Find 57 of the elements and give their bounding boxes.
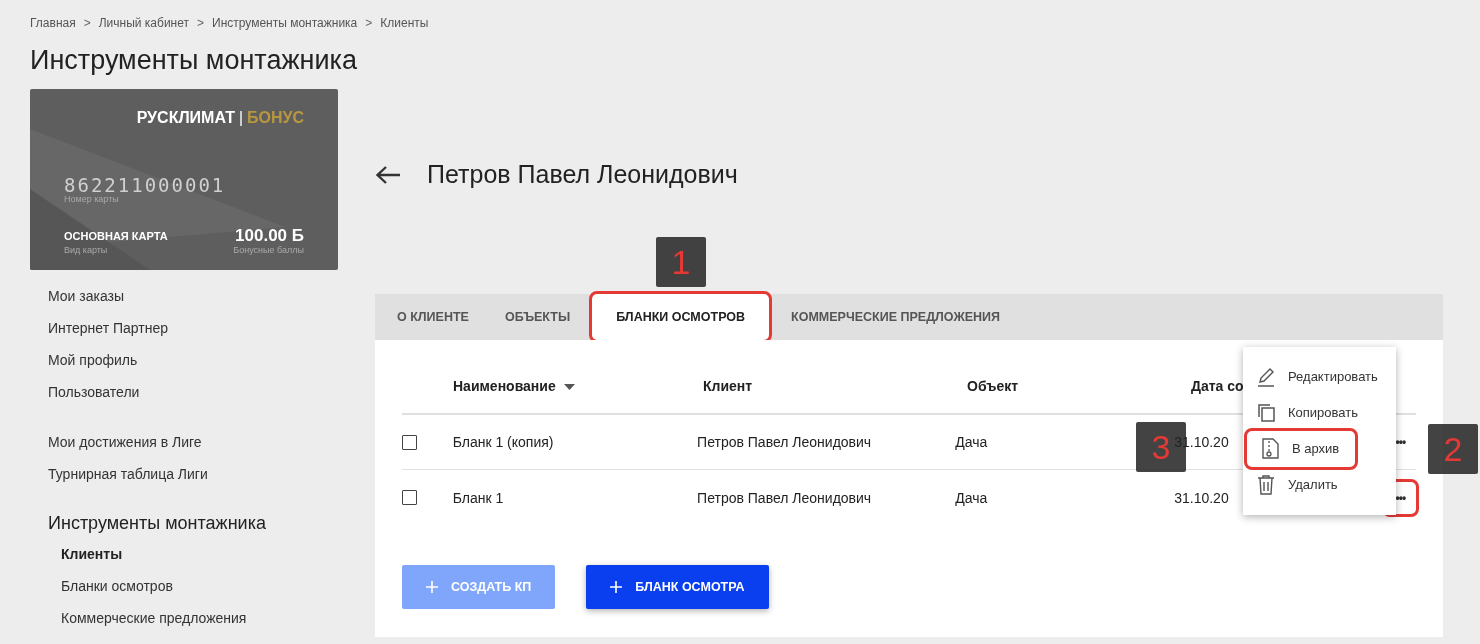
sidebar-link[interactable]: Клиенты [30,538,375,570]
row-checkbox[interactable] [402,434,417,450]
breadcrumb-link[interactable]: Личный кабинет [98,14,189,32]
column-header[interactable]: Клиент [703,376,753,397]
table-cell: Дача [955,489,988,506]
plus-icon [426,581,438,593]
card-number-label: Номер карты [64,193,119,206]
menu-item[interactable]: Редактировать [1243,359,1396,395]
client-name-heading: Петров Павел Леонидович [427,159,738,191]
breadcrumb-link[interactable]: Инструменты монтажника [212,14,358,32]
copy-icon [1256,402,1276,424]
sidebar-link[interactable]: Коммерческие предложения [30,602,375,634]
tab[interactable]: КОММЕРЧЕСКИЕ ПРЕДЛОЖЕНИЯ [773,294,1018,340]
breadcrumb-separator: > [197,15,204,32]
table-cell: 31.10.20 [1174,489,1229,506]
plus-icon [610,581,623,593]
sidebar-link[interactable]: Турнирная таблица Лиги [30,458,375,490]
brand-name: РУСКЛИМАТ [136,108,235,128]
card-type: ОСНОВНАЯ КАРТА [64,229,168,244]
pencil-icon [1256,366,1276,388]
sidebar-link[interactable]: Мои заказы [30,280,375,312]
brand-divider [240,110,242,126]
trash-icon [1256,474,1276,496]
step-number-badge: 1 [656,237,706,287]
table-cell: Петров Павел Леонидович [697,434,872,450]
brand-suffix: БОНУС [247,108,304,128]
column-header[interactable]: Объект [967,376,1019,397]
menu-item[interactable]: В архив [1247,431,1355,467]
sidebar-link[interactable]: Бланки осмотров [30,570,375,602]
back-arrow-icon[interactable] [375,165,401,185]
card-type-label: Вид карты [64,244,108,257]
column-header[interactable]: Дата со [1191,376,1244,397]
step-number-badge: 2 [1428,424,1478,474]
breadcrumb-separator: > [83,15,91,32]
table-cell: Дача [955,434,988,450]
table-cell: Петров Павел Леонидович [697,489,872,506]
sidebar-section-title: Инструменты монтажника [47,512,267,535]
sidebar-link[interactable]: Мои достижения в Лиге [30,426,375,458]
tab[interactable]: ОБЪЕКТЫ [486,294,589,340]
bonus-points: 100.00 Б [235,225,304,246]
sidebar-link[interactable]: Пользователи [30,376,375,408]
breadcrumb-link[interactable]: Клиенты [380,14,429,32]
row-checkbox[interactable] [402,490,417,505]
archive-file-icon [1260,438,1280,460]
bonus-points-label: Бонусные баллы [233,244,304,257]
tab[interactable]: БЛАНКИ ОСМОТРОВ [592,294,770,340]
breadcrumb-link[interactable]: Главная [30,14,76,32]
column-header[interactable]: Наименование [453,376,556,397]
breadcrumb-separator: > [365,15,373,32]
tab[interactable]: О КЛИЕНТЕ [379,294,487,340]
table-cell: Бланк 1 (копия) [452,434,554,450]
sidebar-link[interactable]: Мой профиль [30,344,375,376]
table-cell: Бланк 1 [452,489,504,506]
sidebar-link[interactable]: Интернет Партнер [30,312,375,344]
action-button[interactable]: БЛАНК ОСМОТРА [586,565,769,609]
sort-caret-icon[interactable] [563,383,575,390]
page-title: Инструменты монтажника [30,44,358,77]
